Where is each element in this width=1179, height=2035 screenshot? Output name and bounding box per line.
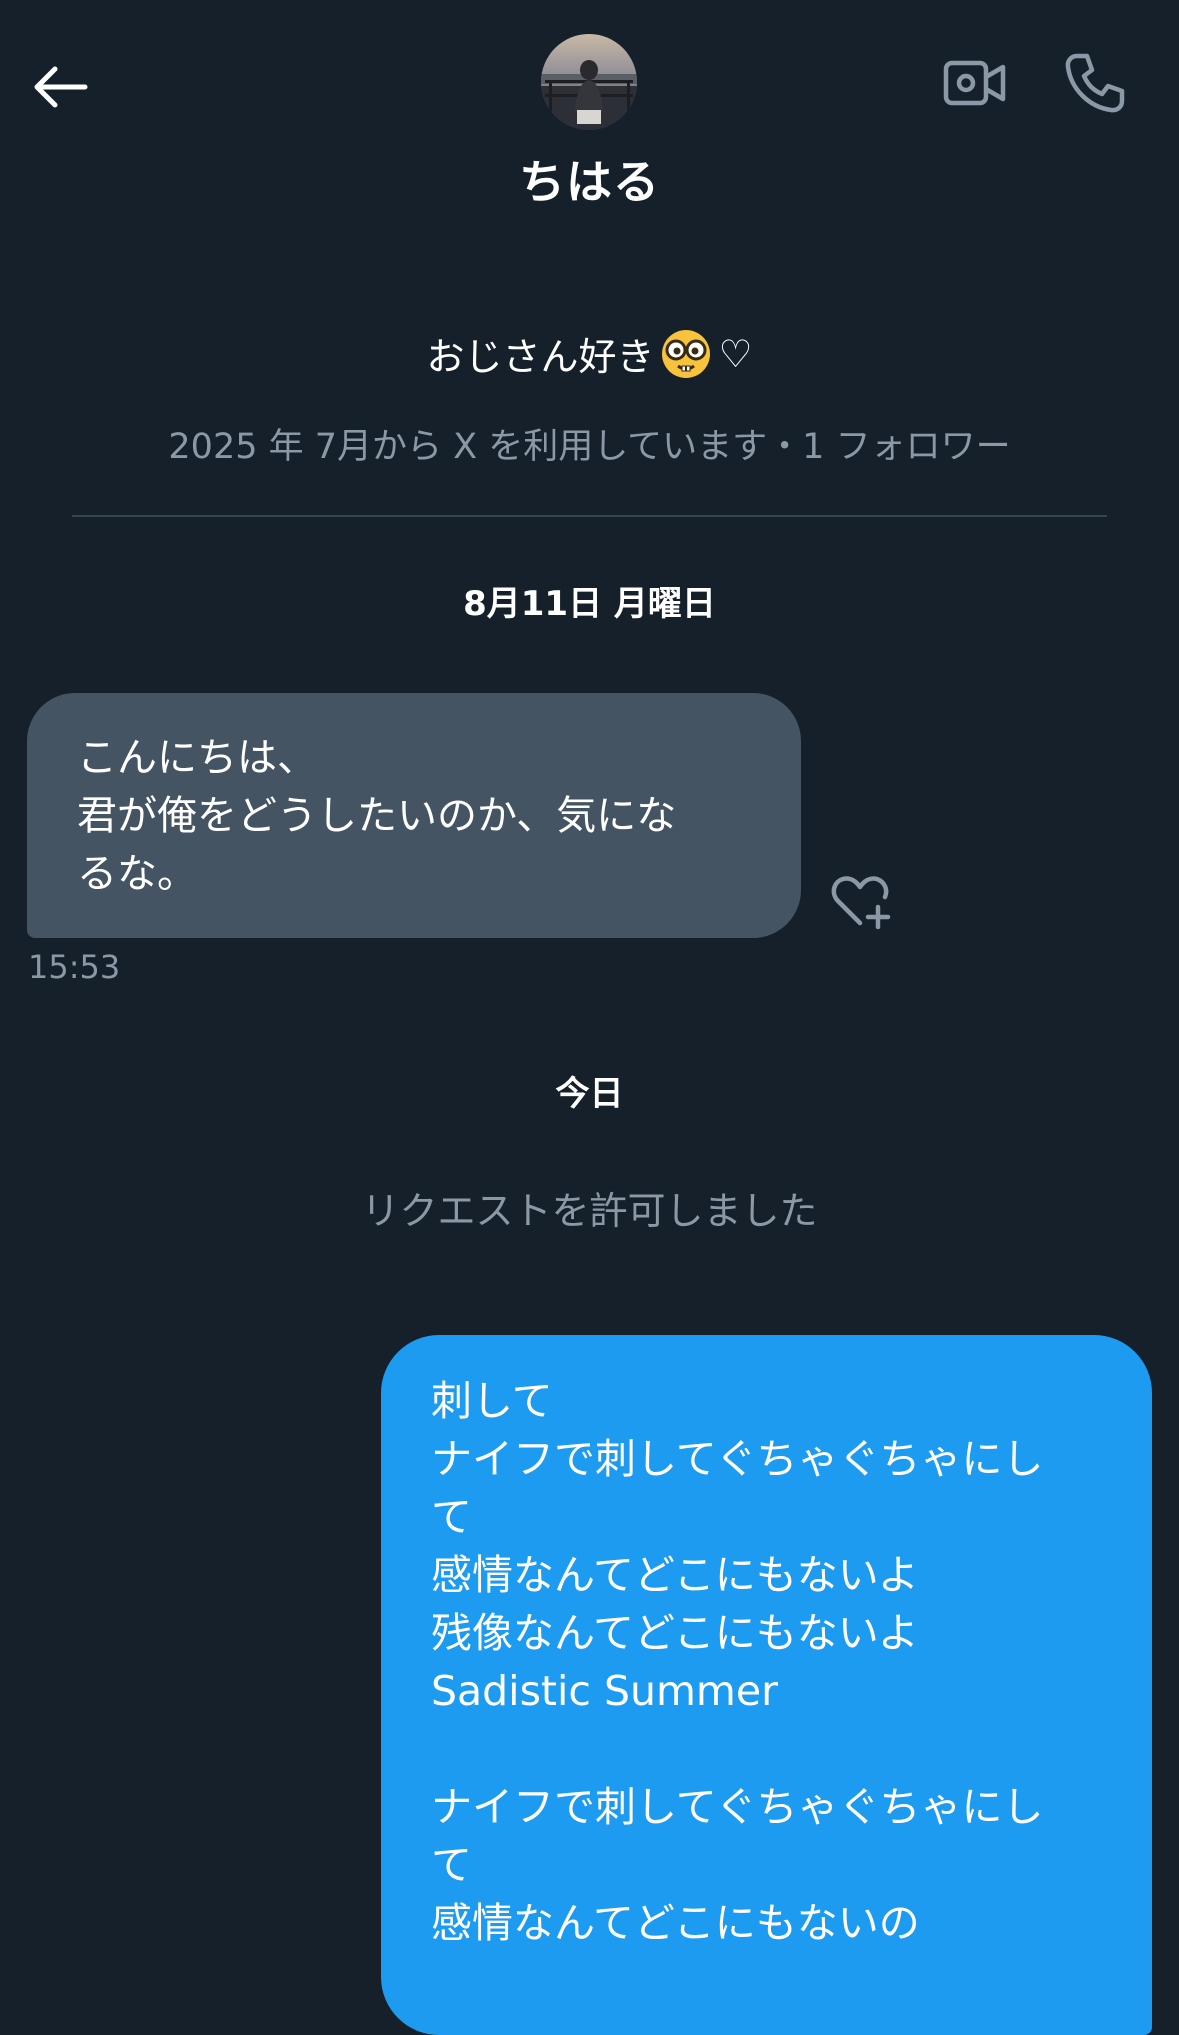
contact-name[interactable]: ちはる: [0, 146, 1179, 212]
arrow-left-icon: [34, 66, 88, 108]
message-line: ナイフで刺してぐちゃぐちゃにし: [431, 1435, 1044, 1483]
profile-meta: 2025 年 7月から X を利用しています・1 フォロワー: [168, 427, 1011, 467]
message-line: 君が俺をどうしたいのか、気にな: [77, 793, 677, 839]
message-line: 残像なんてどこにもないよ: [431, 1609, 919, 1657]
message-line: 感情なんてどこにもないの: [431, 1899, 920, 1947]
message-line: ナイフで刺してぐちゃぐちゃにし: [431, 1783, 1044, 1831]
message-timestamp: 15:53: [28, 948, 121, 986]
profile-bio: おじさん好き ♡: [0, 326, 1179, 381]
add-reaction-button[interactable]: [828, 872, 896, 932]
bio-heart: ♡: [718, 331, 753, 376]
nerd-glasses-emoji-icon: [662, 329, 711, 378]
message-line: るな。: [77, 851, 197, 897]
outgoing-message[interactable]: 刺して ナイフで刺してぐちゃぐちゃにし て 感情なんてどこにもないよ 残像なんて…: [381, 1335, 1152, 2035]
bio-text: おじさん好き: [426, 335, 655, 379]
message-line: 刺して: [431, 1377, 553, 1425]
video-camera-icon: [943, 60, 1006, 106]
back-button[interactable]: [26, 52, 96, 122]
message-line: Sadistic Summer: [431, 1667, 778, 1715]
message-line: 感情なんてどこにもないよ: [431, 1551, 919, 1599]
voice-call-button[interactable]: [1058, 46, 1132, 120]
avatar[interactable]: [541, 34, 637, 130]
heart-plus-icon: [831, 876, 891, 930]
message-line: て: [431, 1841, 472, 1889]
divider: [72, 515, 1107, 517]
conversation-header: ちはる: [0, 0, 1179, 230]
incoming-message[interactable]: こんにちは、 君が俺をどうしたいのか、気にな るな。: [27, 693, 801, 938]
message-line: [431, 1721, 1102, 1779]
date-separator: 今日: [555, 1074, 624, 1114]
video-call-button[interactable]: [940, 48, 1010, 118]
message-line: て: [431, 1493, 472, 1541]
system-message: リクエストを許可しました: [361, 1189, 818, 1233]
phone-icon: [1065, 53, 1125, 113]
message-line: こんにちは、: [77, 735, 317, 781]
date-separator: 8月11日 月曜日: [463, 584, 716, 624]
